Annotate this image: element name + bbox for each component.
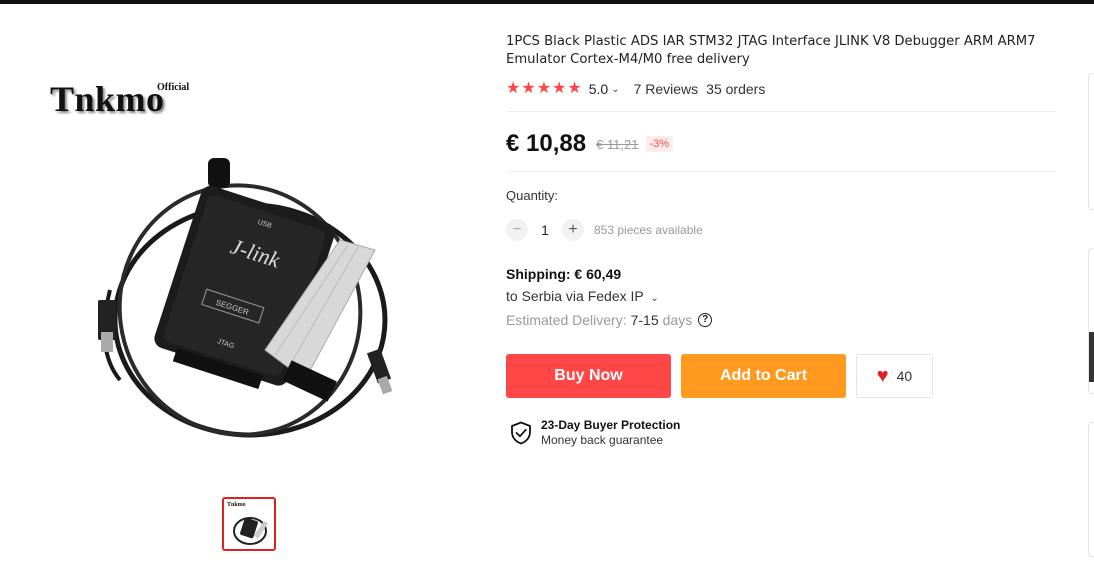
orders-count: 35 orders <box>706 81 766 97</box>
product-image: J-link USB SEGGER JTAG <box>98 158 393 438</box>
shipping-destination[interactable]: to Serbia via Fedex IP ⌄ <box>506 288 659 304</box>
discount-badge: -3% <box>645 136 674 152</box>
estimated-delivery-label: Estimated Delivery: <box>506 312 627 328</box>
shipping-cost: Shipping: € 60,49 <box>506 266 622 282</box>
reviews-link[interactable]: 7 Reviews <box>634 81 699 97</box>
protection-title: 23-Day Buyer Protection <box>541 418 681 432</box>
brand-logo: Tnkmo <box>50 79 165 119</box>
shield-check-icon <box>511 421 531 444</box>
star-icon: ★ <box>567 80 582 97</box>
thumbnail-brand: Tnkmo <box>227 502 246 508</box>
buyer-protection: 23-Day Buyer Protection Money back guara… <box>510 418 680 447</box>
quantity-increase-button[interactable]: + <box>562 219 584 241</box>
estimated-delivery-unit: days <box>662 312 693 328</box>
star-icon: ★ <box>536 80 552 97</box>
brand-official-tag: Official <box>157 82 190 93</box>
price-row: € 10,88 € 11,21 -3% <box>506 128 674 160</box>
divider <box>506 171 1056 172</box>
side-panel-card[interactable] <box>1088 422 1094 557</box>
divider <box>506 111 1056 112</box>
chevron-down-icon[interactable]: ⌄ <box>611 84 619 95</box>
side-panel-image <box>1089 332 1094 382</box>
question-circle-icon[interactable]: ? <box>698 313 713 327</box>
rating-value[interactable]: 5.0 <box>589 81 608 97</box>
wishlist-count: 40 <box>896 368 913 384</box>
protection-subtitle: Money back guarantee <box>541 433 664 447</box>
quantity-label: Quantity: <box>506 188 559 203</box>
estimated-delivery-value: 7-15 <box>630 312 659 328</box>
product-info: 1PCS Black Plastic ADS IAR STM32 JTAG In… <box>506 33 1058 99</box>
quantity-stepper: − 1 + 853 pieces available <box>506 218 703 242</box>
gallery-thumbnail[interactable]: Tnkmo <box>222 497 276 551</box>
heart-icon: ♥ <box>876 365 889 387</box>
add-to-cart-button[interactable]: Add to Cart <box>681 354 846 398</box>
star-icon: ★ <box>521 80 536 97</box>
top-bar <box>0 0 1094 4</box>
product-gallery[interactable]: Tnkmo Official J-link USB SEGGER JTAG <box>40 60 460 480</box>
chevron-down-icon[interactable]: ⌄ <box>650 293 658 304</box>
rating-row: ★ ★ ★ ★ ★ 5.0 ⌄ 7 Reviews 35 orders <box>506 79 1058 99</box>
original-price: € 11,21 <box>596 136 639 152</box>
shipping-destination-text[interactable]: to Serbia via Fedex IP <box>506 288 643 304</box>
wishlist-button[interactable]: ♥ 40 <box>856 354 933 398</box>
star-icon: ★ <box>552 80 567 97</box>
quantity-input[interactable]: 1 <box>528 222 562 238</box>
quantity-available: 853 pieces available <box>594 223 703 237</box>
estimated-delivery: Estimated Delivery: 7-15 days ? <box>506 312 713 328</box>
product-title: 1PCS Black Plastic ADS IAR STM32 JTAG In… <box>506 34 1036 67</box>
star-icon: ★ <box>506 80 521 97</box>
quantity-decrease-button[interactable]: − <box>506 219 528 241</box>
current-price: € 10,88 <box>506 130 587 157</box>
rating-stars: ★ ★ ★ ★ ★ <box>506 81 582 97</box>
side-panel-card[interactable] <box>1088 73 1094 210</box>
buy-now-button[interactable]: Buy Now <box>506 354 671 398</box>
